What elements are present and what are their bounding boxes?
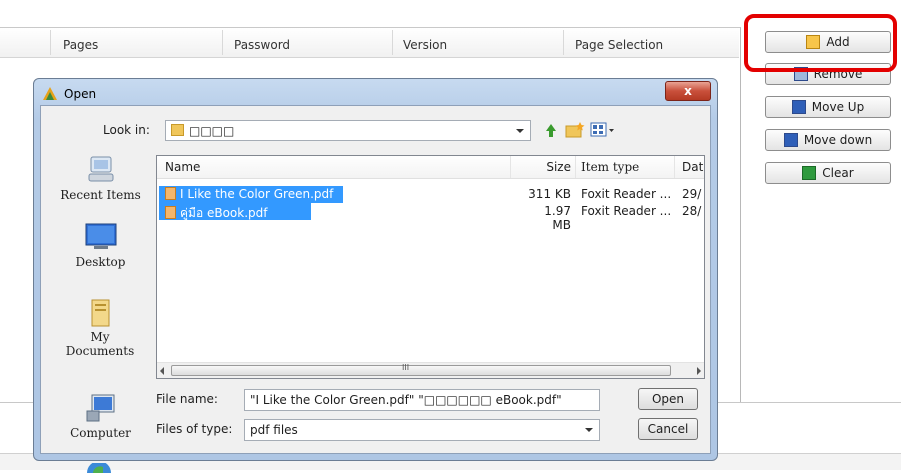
pdf-file-icon bbox=[165, 206, 176, 219]
horizontal-scrollbar[interactable]: III bbox=[157, 362, 704, 378]
place-recent-items[interactable]: Recent Items bbox=[53, 155, 148, 202]
column-page-selection[interactable]: Page Selection bbox=[575, 38, 663, 52]
column-separator bbox=[222, 30, 223, 55]
file-name-value: "I Like the Color Green.pdf" "□□□□□□ eBo… bbox=[250, 393, 562, 407]
move-up-button[interactable]: Move Up bbox=[765, 96, 891, 118]
file-list-header-row: Name Size Item type Dat bbox=[157, 156, 704, 179]
file-type-value: pdf files bbox=[250, 423, 298, 437]
chevron-down-icon bbox=[516, 129, 524, 133]
look-in-combo[interactable]: □□□□ bbox=[165, 120, 531, 141]
header-separator bbox=[575, 156, 576, 178]
pdf-file-icon bbox=[165, 187, 176, 200]
file-type: Foxit Reader ... bbox=[581, 187, 672, 201]
desktop-icon bbox=[85, 223, 116, 249]
add-button-highlight bbox=[744, 14, 897, 72]
places-bar: Recent Items Desktop My Documents Comput… bbox=[53, 155, 148, 473]
recent-items-icon bbox=[88, 156, 113, 182]
column-separator bbox=[563, 30, 564, 55]
my-documents-icon bbox=[91, 299, 109, 327]
close-button[interactable]: x bbox=[665, 81, 711, 101]
place-my-documents-label: My Documents bbox=[65, 330, 135, 358]
file-name-input[interactable]: "I Like the Color Green.pdf" "□□□□□□ eBo… bbox=[244, 389, 600, 411]
clear-icon bbox=[802, 166, 817, 180]
column-version[interactable]: Version bbox=[403, 38, 447, 52]
open-dialog: Open x Look in: □□□□ Recent Items Deskto… bbox=[33, 78, 718, 473]
clear-button-label: Clear bbox=[822, 166, 854, 180]
look-in-value: □□□□ bbox=[189, 124, 235, 138]
column-separator bbox=[50, 30, 51, 55]
move-down-button-label: Move down bbox=[803, 133, 873, 147]
file-name: คู่มือ eBook.pdf bbox=[180, 206, 268, 220]
column-size[interactable]: Size bbox=[527, 160, 571, 174]
new-folder-icon[interactable] bbox=[565, 121, 585, 139]
arrow-up-icon bbox=[791, 100, 806, 114]
move-up-button-label: Move Up bbox=[811, 100, 865, 114]
file-type-select[interactable]: pdf files bbox=[244, 419, 600, 441]
file-date: 28/ bbox=[682, 204, 702, 218]
network-icon[interactable] bbox=[83, 463, 115, 473]
file-type-label: Files of type: bbox=[156, 422, 233, 436]
place-computer[interactable]: Computer bbox=[53, 393, 148, 440]
place-my-documents[interactable]: My Documents bbox=[53, 297, 148, 358]
up-folder-icon[interactable] bbox=[542, 121, 560, 139]
file-size: 311 KB bbox=[528, 187, 571, 201]
column-item-type[interactable]: Item type bbox=[581, 160, 639, 174]
computer-icon bbox=[86, 394, 114, 422]
column-date[interactable]: Dat bbox=[682, 160, 703, 174]
column-password[interactable]: Password bbox=[234, 38, 290, 52]
foxit-app-icon bbox=[43, 87, 57, 100]
file-name-cell: คู่มือ eBook.pdf bbox=[159, 203, 311, 220]
column-separator bbox=[392, 30, 393, 55]
file-name-label: File name: bbox=[156, 392, 218, 406]
folder-icon bbox=[171, 124, 184, 136]
header-separator bbox=[510, 156, 511, 178]
file-name-cell: I Like the Color Green.pdf bbox=[159, 186, 343, 203]
file-size: 1.97 MB bbox=[544, 204, 571, 232]
view-menu-icon[interactable] bbox=[590, 121, 616, 139]
dialog-title-bar: Open bbox=[42, 86, 96, 102]
open-button[interactable]: Open bbox=[638, 388, 698, 410]
dialog-title: Open bbox=[64, 87, 97, 101]
cancel-button[interactable]: Cancel bbox=[638, 418, 698, 440]
place-desktop[interactable]: Desktop bbox=[53, 222, 148, 269]
scroll-grip: III bbox=[402, 363, 410, 372]
file-row[interactable]: คู่มือ eBook.pdf 1.97 MB Foxit Reader ..… bbox=[157, 203, 704, 232]
arrow-down-icon bbox=[783, 133, 798, 147]
scroll-left-icon[interactable] bbox=[160, 367, 164, 375]
place-recent-items-label: Recent Items bbox=[60, 188, 141, 202]
look-in-label: Look in: bbox=[103, 123, 150, 137]
header-separator bbox=[674, 156, 675, 178]
file-name: I Like the Color Green.pdf bbox=[180, 187, 334, 201]
place-desktop-label: Desktop bbox=[75, 255, 126, 269]
column-name[interactable]: Name bbox=[165, 160, 200, 174]
clear-button[interactable]: Clear bbox=[765, 162, 891, 184]
file-date: 29/ bbox=[682, 187, 702, 201]
chevron-down-icon bbox=[585, 428, 593, 432]
file-type: Foxit Reader ... bbox=[581, 204, 672, 218]
scroll-right-icon[interactable] bbox=[697, 367, 701, 375]
file-row[interactable]: I Like the Color Green.pdf 311 KB Foxit … bbox=[157, 186, 704, 203]
dialog-body: Look in: □□□□ Recent Items Desktop My Do… bbox=[40, 105, 711, 473]
file-list[interactable]: Name Size Item type Dat I Like the Color… bbox=[156, 155, 705, 379]
move-down-button[interactable]: Move down bbox=[765, 129, 891, 151]
column-pages[interactable]: Pages bbox=[63, 38, 98, 52]
scroll-thumb[interactable]: III bbox=[171, 363, 671, 376]
place-computer-label: Computer bbox=[70, 426, 131, 440]
